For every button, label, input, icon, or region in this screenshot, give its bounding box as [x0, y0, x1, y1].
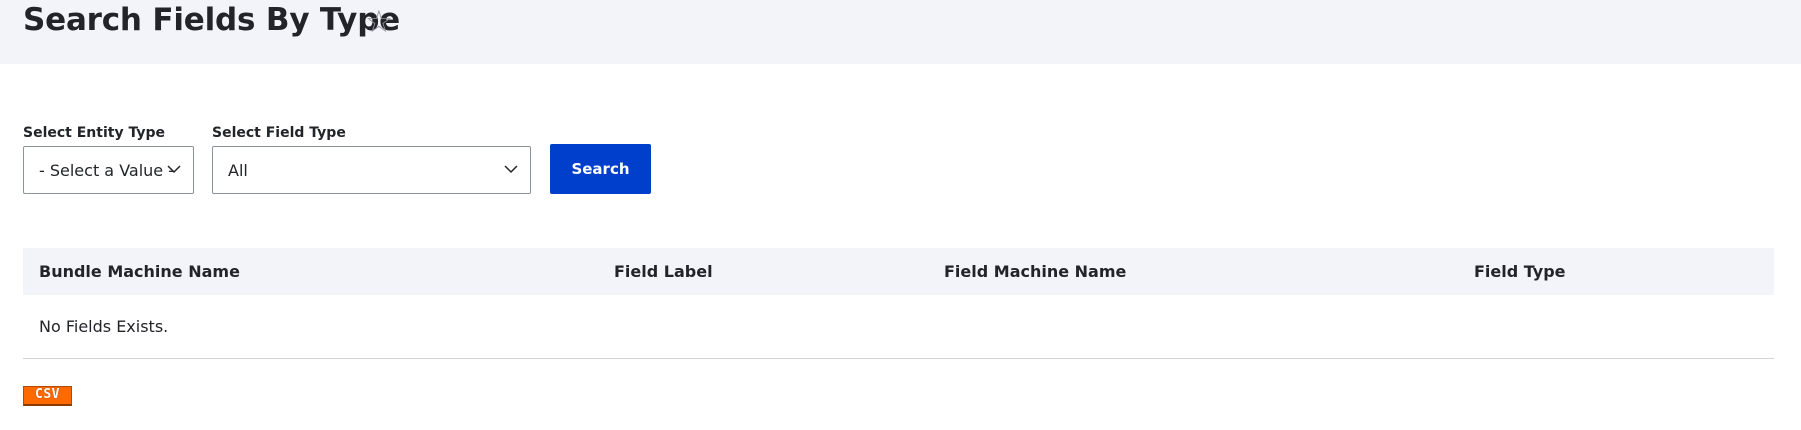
chevron-down-icon: [504, 164, 518, 174]
table-header-row: Bundle Machine Name Field Label Field Ma…: [23, 248, 1774, 295]
column-header-field-machine-name: Field Machine Name: [944, 262, 1127, 281]
search-button[interactable]: Search: [550, 144, 651, 194]
table-row-empty: No Fields Exists.: [23, 295, 1774, 359]
empty-message: No Fields Exists.: [39, 317, 169, 336]
star-icon[interactable]: ☆: [365, 2, 393, 42]
chevron-down-icon: [167, 164, 181, 174]
entity-type-field: Select Entity Type - Select a Value -: [23, 124, 194, 194]
field-type-selected-value: All: [228, 160, 248, 180]
csv-export-button[interactable]: CSV: [23, 386, 72, 406]
field-type-label: Select Field Type: [212, 125, 346, 141]
page-header: Search Fields By Type ☆: [0, 0, 1801, 64]
entity-type-label: Select Entity Type: [23, 125, 165, 141]
field-type-select[interactable]: All: [212, 146, 531, 194]
field-type-field: Select Field Type All: [212, 124, 531, 194]
entity-type-select[interactable]: - Select a Value -: [23, 146, 194, 194]
page-title: Search Fields By Type: [23, 2, 401, 38]
column-header-bundle-machine-name: Bundle Machine Name: [39, 262, 240, 281]
column-header-field-type: Field Type: [1474, 262, 1566, 281]
entity-type-selected-value: - Select a Value -: [39, 160, 174, 180]
column-header-field-label: Field Label: [614, 262, 713, 281]
